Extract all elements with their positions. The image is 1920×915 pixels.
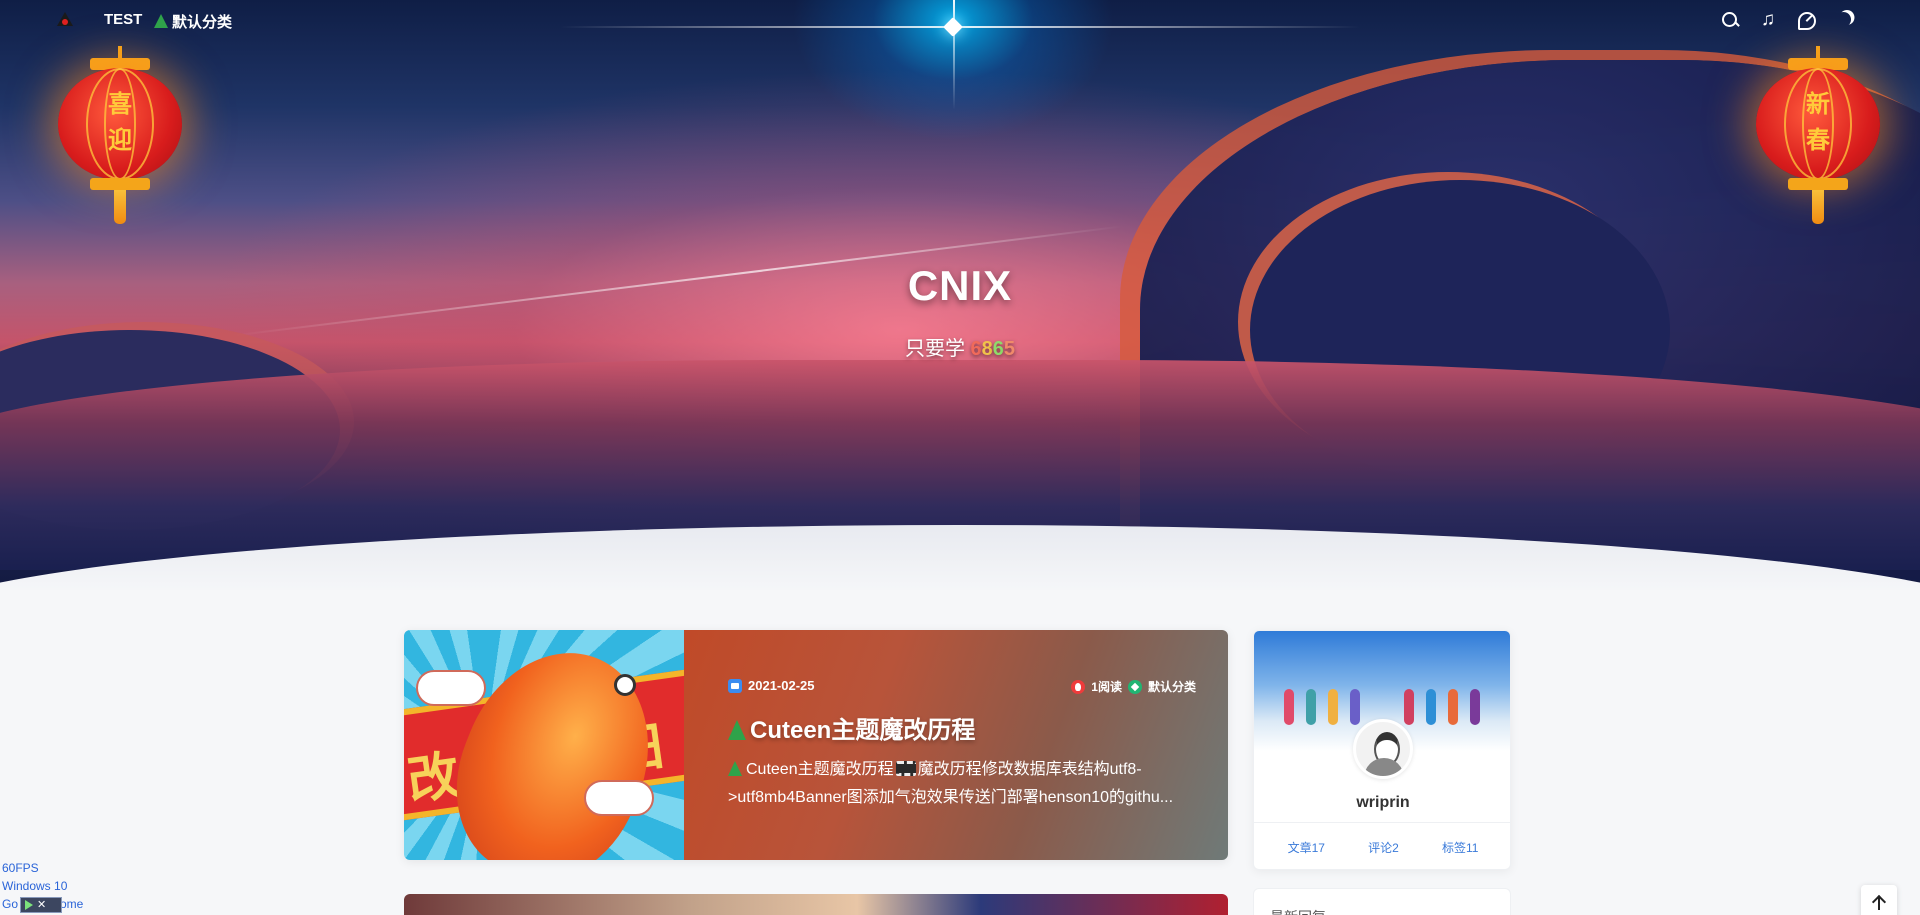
fps-text: 60FPS xyxy=(2,861,39,875)
subtitle-digit: 6 xyxy=(970,338,982,360)
thumb-text: 改 xyxy=(404,744,464,813)
stat-tags[interactable]: 标签11 xyxy=(1442,839,1478,856)
player-controls: ✕ xyxy=(20,897,62,913)
subtitle-prefix: 只要学 xyxy=(904,338,965,360)
lantern-left: 喜 迎 xyxy=(58,46,182,224)
post-card[interactable]: 改 日 2021-02-25 1阅读 默认分类 Cuteen主题魔改历程 Cut… xyxy=(404,630,1228,860)
music-icon[interactable]: ♫ xyxy=(1758,10,1778,30)
lantern-char: 喜 xyxy=(108,89,132,118)
subtitle-digit: 8 xyxy=(981,338,993,360)
play-icon[interactable] xyxy=(25,900,33,910)
lantern-char: 春 xyxy=(1806,125,1830,154)
avatar[interactable] xyxy=(1353,719,1413,779)
lantern-tassel xyxy=(1812,190,1824,224)
subtitle-digit: 5 xyxy=(1003,338,1016,360)
divider xyxy=(1254,822,1510,823)
nav-category[interactable]: 默认分类 xyxy=(154,11,232,32)
cover-figure xyxy=(1328,689,1338,725)
recent-comments-card: 最新回复 xyxy=(1253,888,1511,915)
search-icon[interactable] xyxy=(1720,10,1740,30)
nav-brand[interactable]: TEST xyxy=(104,11,142,28)
post-category[interactable]: 默认分类 xyxy=(1148,678,1196,695)
koi-fish-eye xyxy=(614,674,636,696)
site-logo-icon[interactable] xyxy=(56,10,74,28)
stat-posts[interactable]: 文章17 xyxy=(1288,839,1325,856)
cover-figure xyxy=(1350,689,1360,725)
fire-icon xyxy=(1071,679,1086,694)
cover-figure xyxy=(1284,689,1294,725)
author-card: wriprin 文章17 评论2 标签11 xyxy=(1253,630,1511,870)
lantern-right: 新 春 xyxy=(1756,46,1880,224)
post-reads: 1阅读 xyxy=(1091,680,1122,694)
post-date: 2021-02-25 xyxy=(728,678,815,693)
top-nav: TEST 默认分类 ♫ xyxy=(0,0,1920,42)
lantern-tassel xyxy=(114,190,126,224)
post-card-next[interactable] xyxy=(404,894,1228,915)
post-excerpt-a: Cuteen主题魔改历程 xyxy=(746,761,894,778)
koi-fish-illustration xyxy=(427,630,681,860)
lantern-text: 新 春 xyxy=(1798,86,1838,158)
cover-figure xyxy=(1448,689,1458,725)
browser-prefix: Go xyxy=(2,897,19,911)
palette-icon[interactable] xyxy=(1796,10,1816,30)
author-name: wriprin xyxy=(1356,794,1410,811)
cover-figure xyxy=(1404,689,1414,725)
cover-figure xyxy=(1470,689,1480,725)
site-subtitle: 只要学 6865 xyxy=(0,332,1920,361)
post-thumbnail[interactable]: 改 日 xyxy=(404,630,704,860)
lantern-char: 迎 xyxy=(108,125,132,154)
stats-overlay: 60FPS Windows 10 Go rome ✕ xyxy=(2,859,83,913)
cover-figure xyxy=(1306,689,1316,725)
lantern-bottom xyxy=(90,178,150,190)
cloud-illustration xyxy=(416,670,486,706)
close-icon[interactable]: ✕ xyxy=(37,899,46,911)
stat-comments[interactable]: 评论2 xyxy=(1368,839,1399,856)
post-title-text: Cuteen主题魔改历程 xyxy=(750,717,976,744)
film-icon xyxy=(895,761,916,776)
tree-icon xyxy=(154,14,168,28)
lantern-text: 喜 迎 xyxy=(100,86,140,158)
back-to-top-button[interactable] xyxy=(1861,885,1897,915)
cloud-illustration xyxy=(584,780,654,816)
post-body: 2021-02-25 1阅读 默认分类 Cuteen主题魔改历程 Cuteen主… xyxy=(684,630,1228,860)
author-stats: 文章17 评论2 标签11 xyxy=(1254,839,1510,856)
post-meta: 1阅读 默认分类 xyxy=(1071,678,1196,695)
os-text: Windows 10 xyxy=(2,879,68,893)
subtitle-digit: 6 xyxy=(992,338,1004,360)
moon-icon[interactable] xyxy=(1834,10,1854,30)
tree-icon xyxy=(728,761,742,776)
post-excerpt: Cuteen主题魔改历程 魔改历程修改数据库表结构utf8->utf8mb4Ban… xyxy=(728,756,1208,812)
lantern-char: 新 xyxy=(1806,89,1830,118)
site-title: CNIX xyxy=(907,262,1013,309)
nav-icon-group: ♫ xyxy=(1720,10,1854,30)
lantern-bottom xyxy=(1788,178,1848,190)
cover-figure xyxy=(1426,689,1436,725)
tag-icon xyxy=(1127,679,1142,694)
tree-icon xyxy=(728,720,746,740)
calendar-icon xyxy=(728,678,742,693)
post-title[interactable]: Cuteen主题魔改历程 xyxy=(728,710,975,745)
recent-comments-title: 最新回复 xyxy=(1270,907,1326,915)
post-date-text: 2021-02-25 xyxy=(748,678,815,693)
nav-category-label: 默认分类 xyxy=(172,14,233,31)
